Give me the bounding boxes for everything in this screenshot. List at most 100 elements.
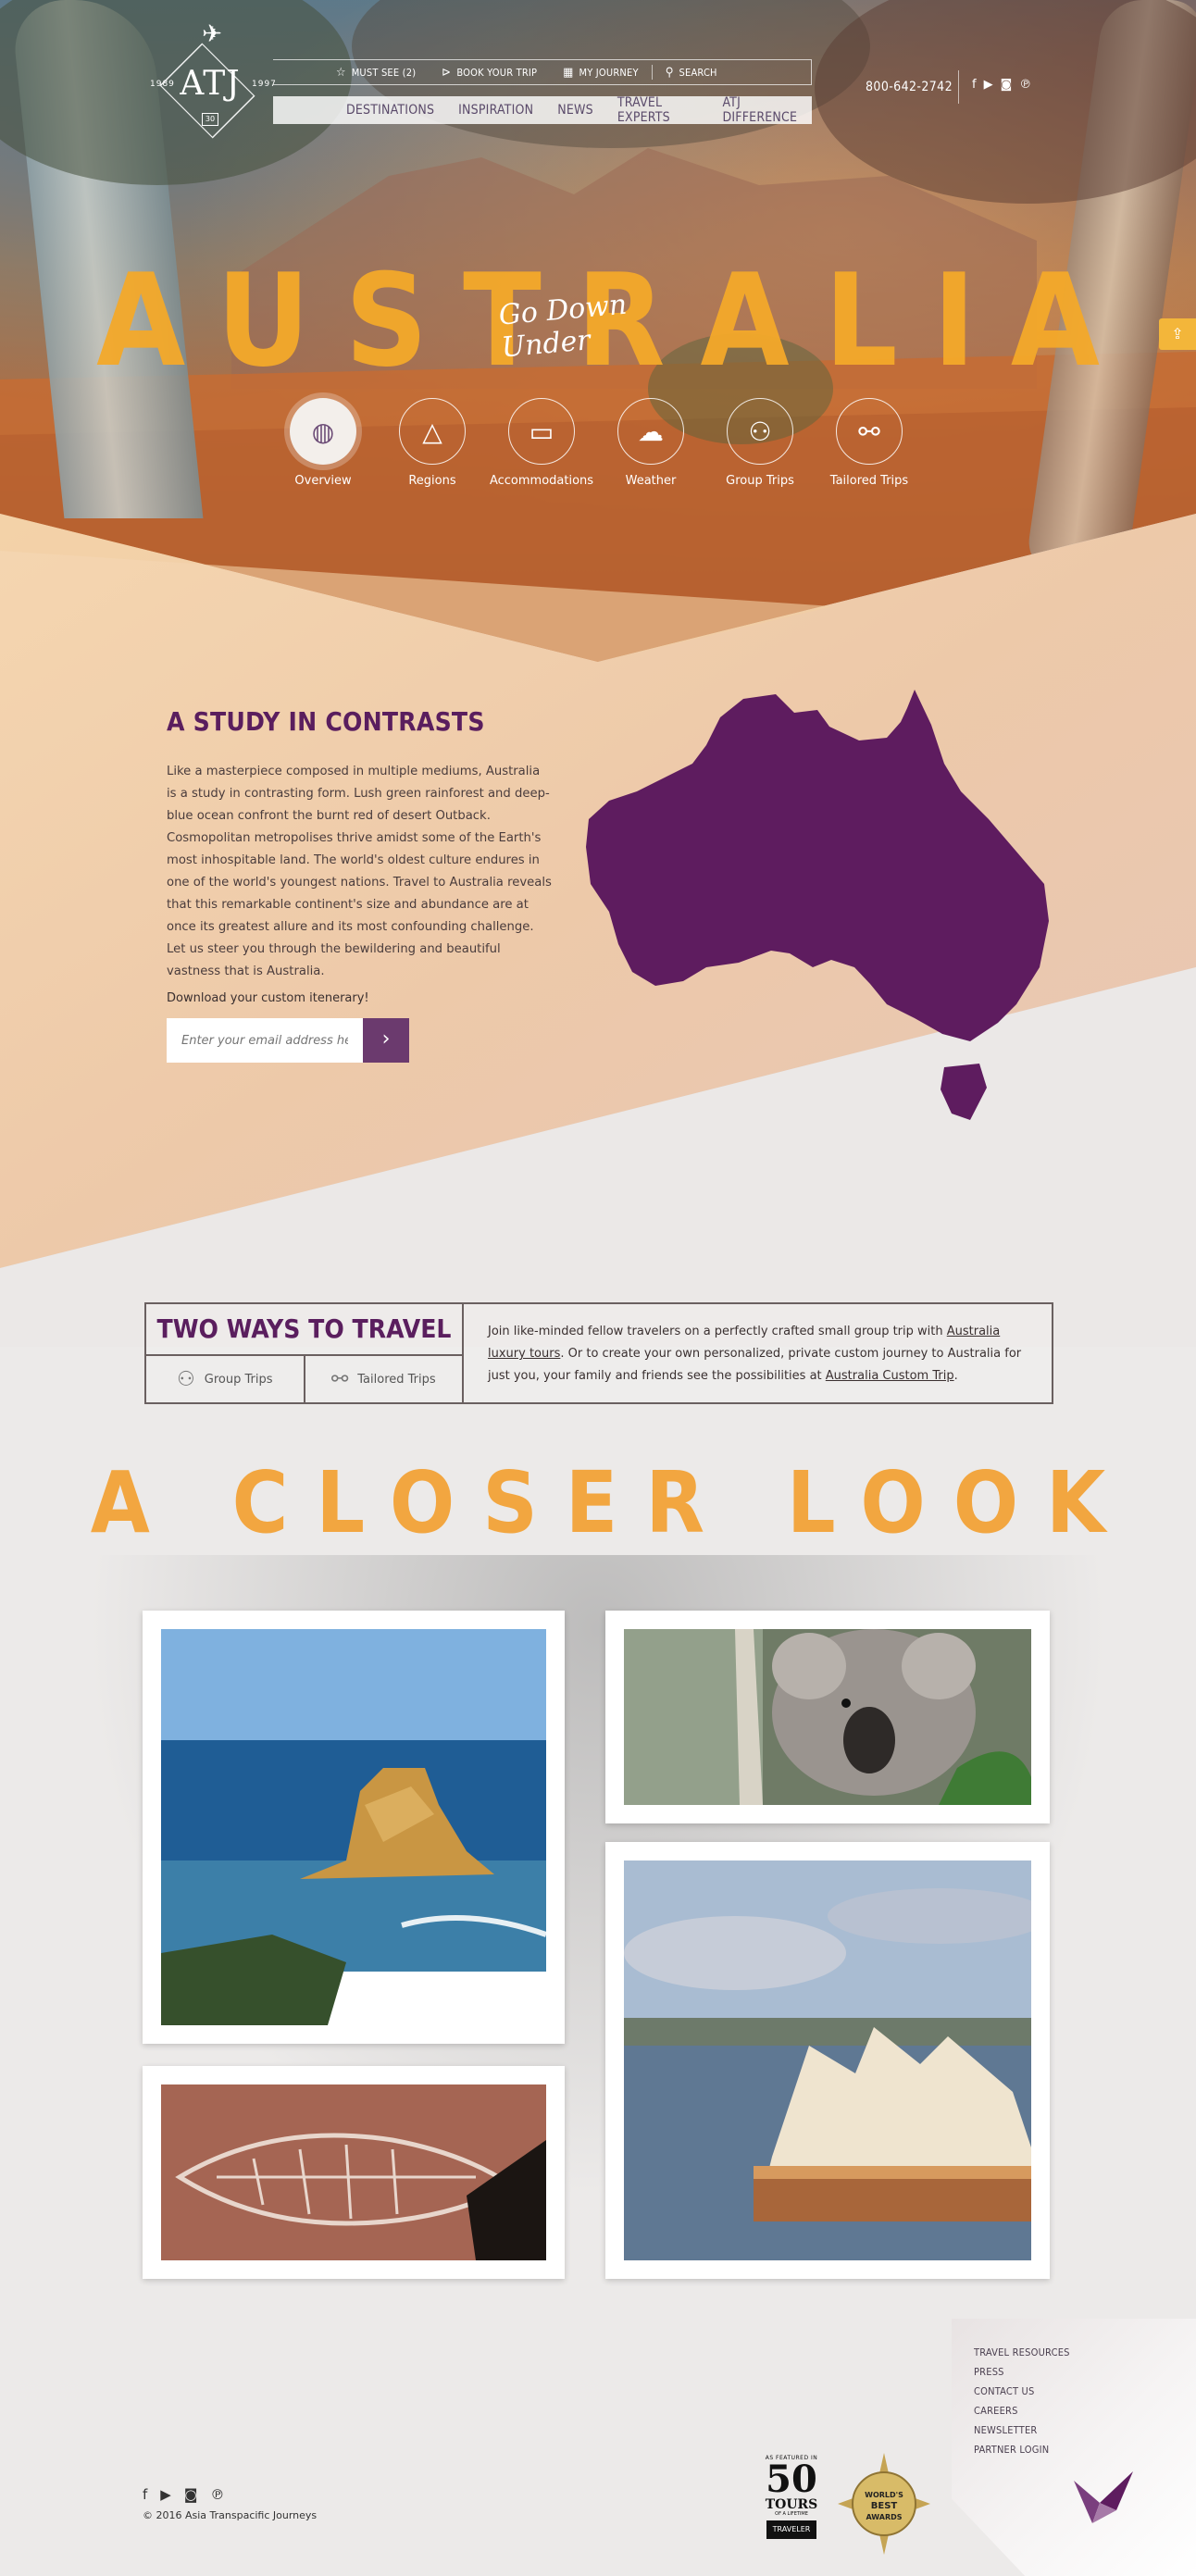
my-journey-label: MY JOURNEY — [579, 66, 639, 79]
my-journey-link[interactable]: ▦ MY JOURNEY — [550, 60, 652, 84]
crane-icon: ✈ — [202, 20, 222, 48]
tab-tailored-trips[interactable]: ⚯ Tailored Trips — [830, 398, 908, 488]
footer-link-press[interactable]: PRESS — [974, 2362, 1070, 2382]
logo-badge: 30 — [202, 113, 218, 126]
must-see-label: MUST SEE (2) — [351, 66, 417, 79]
map-icon: ▦ — [563, 65, 574, 80]
koala-photo — [624, 1629, 1031, 1805]
tab-accommodations[interactable]: ▭ Accommodations — [490, 398, 593, 488]
pinterest-icon[interactable]: ℗ — [210, 2486, 224, 2503]
tab-regions-label: Regions — [408, 474, 456, 488]
atj-logo[interactable]: ✈ ATJ 1989 1997 30 — [144, 20, 276, 139]
must-see-link[interactable]: ☆ MUST SEE (2) — [273, 60, 429, 84]
utility-bar: ☆ MUST SEE (2) ⊳ BOOK YOUR TRIP ▦ MY JOU… — [273, 59, 812, 85]
tab-tailored-trips-label: Tailored Trips — [829, 474, 909, 488]
phone-number[interactable]: 800-642-2742 — [866, 80, 953, 94]
group-trips-option[interactable]: ⚇ Group Trips — [146, 1356, 304, 1402]
logo-year-left: 1989 — [150, 80, 175, 89]
book-trip-link[interactable]: ⊳ BOOK YOUR TRIP — [429, 60, 550, 84]
footer-link-travel-resources[interactable]: TRAVEL RESOURCES — [974, 2343, 1070, 2362]
tab-regions[interactable]: △ Regions — [399, 398, 466, 488]
tab-accommodations-label: Accommodations — [489, 474, 594, 488]
tab-overview-label: Overview — [294, 474, 352, 488]
opera-image — [624, 1860, 1031, 2260]
copyright: © 2016 Asia Transpacific Journeys — [143, 2509, 318, 2521]
badge-brand: TRAVELER — [766, 2520, 816, 2539]
bed-icon: ▭ — [508, 398, 575, 465]
photo-card-coast[interactable] — [143, 1611, 565, 2044]
nav-destinations[interactable]: DESTINATIONS — [334, 103, 446, 118]
tab-weather-label: Weather — [625, 474, 677, 488]
two-ways-box: TWO WAYS TO TRAVEL ⚇ Group Trips ⚯ Tailo… — [144, 1302, 1053, 1404]
sydney-opera-house-photo — [624, 1860, 1031, 2260]
download-label: Download your custom itenerary! — [167, 991, 369, 1005]
star-icon: ☆ — [336, 65, 346, 80]
facebook-icon[interactable]: f — [143, 2486, 147, 2503]
nav-news[interactable]: NEWS — [545, 103, 605, 118]
nav-inspiration[interactable]: INSPIRATION — [446, 103, 545, 118]
instagram-icon[interactable]: ◙ — [184, 2486, 198, 2503]
rock-art-image — [161, 2084, 546, 2260]
australia-map — [586, 690, 1049, 1120]
custom-trip-link[interactable]: Australia Custom Trip — [826, 1369, 954, 1383]
footer-link-newsletter[interactable]: NEWSLETTER — [974, 2420, 1070, 2440]
tab-group-trips-label: Group Trips — [726, 474, 794, 488]
photo-card-opera[interactable] — [605, 1842, 1050, 2279]
two-ways-left: TWO WAYS TO TRAVEL ⚇ Group Trips ⚯ Tailo… — [146, 1304, 464, 1402]
cloud-icon: ☁ — [617, 398, 684, 465]
photo-card-koala[interactable] — [605, 1611, 1050, 1823]
koala-image — [624, 1629, 1031, 1805]
rock-stack-coast-photo — [161, 1629, 546, 2025]
contrasts-body: Like a masterpiece composed in multiple … — [167, 765, 552, 978]
award-line-1: WORLD'S — [865, 2491, 903, 2499]
main-nav: DESTINATIONS INSPIRATION NEWS TRAVEL EXP… — [273, 95, 812, 125]
fifty-tours-badge: AS FEATURED IN 50 TOURS OF A LIFETIME TR… — [763, 2455, 820, 2551]
tab-weather[interactable]: ☁ Weather — [617, 398, 684, 488]
footer-links-list: TRAVEL RESOURCES PRESS CONTACT US CAREER… — [974, 2343, 1070, 2459]
header-social-links: f ▶ ◙ ℗ — [972, 78, 1031, 92]
search-label: SEARCH — [679, 66, 717, 79]
search-link[interactable]: ⚲ SEARCH — [653, 60, 730, 84]
aboriginal-rock-art-photo — [161, 2084, 546, 2260]
tab-group-trips[interactable]: ⚇ Group Trips — [726, 398, 794, 488]
award-line-2: BEST — [871, 2501, 898, 2511]
footer-link-partner-login[interactable]: PARTNER LOGIN — [974, 2440, 1070, 2459]
nav-atj-difference[interactable]: ATJ DIFFERENCE — [710, 95, 812, 125]
crane-logo-icon — [1074, 2471, 1133, 2523]
photo-card-rock-art[interactable] — [143, 2066, 565, 2279]
badge-word: TOURS — [765, 2497, 818, 2512]
section-tabs: ◍ Overview △ Regions ▭ Accommodations ☁ … — [290, 398, 908, 488]
contrasts-heading: A STUDY IN CONTRASTS — [167, 706, 485, 737]
facebook-icon[interactable]: f — [972, 78, 977, 92]
group-icon: ⚇ — [177, 1367, 195, 1391]
email-submit-button[interactable]: › — [363, 1018, 409, 1063]
coast-image — [161, 1629, 546, 2025]
two-ways-text: Join like-minded fellow travelers on a p… — [464, 1304, 1052, 1402]
two-ways-options: ⚇ Group Trips ⚯ Tailored Trips — [146, 1356, 462, 1402]
youtube-icon[interactable]: ▶ — [160, 2486, 171, 2503]
youtube-icon[interactable]: ▶ — [984, 78, 993, 92]
two-ways-title: TWO WAYS TO TRAVEL — [146, 1304, 462, 1356]
tailored-trips-option[interactable]: ⚯ Tailored Trips — [303, 1356, 463, 1402]
worlds-best-award-badge: WORLD'S BEST AWARDS — [838, 2453, 930, 2555]
award-line-3: AWARDS — [866, 2513, 902, 2521]
footer-link-contact-us[interactable]: CONTACT US — [974, 2382, 1070, 2401]
tab-overview[interactable]: ◍ Overview — [290, 398, 356, 488]
book-trip-label: BOOK YOUR TRIP — [456, 66, 538, 79]
search-icon: ⚲ — [665, 65, 674, 80]
footer-social-links: f ▶ ◙ ℗ — [143, 2486, 224, 2503]
pinterest-icon[interactable]: ℗ — [1019, 78, 1031, 92]
nav-travel-experts[interactable]: TRAVEL EXPERTS — [605, 95, 711, 125]
header-divider — [958, 70, 959, 104]
globe-icon: ◍ — [290, 398, 356, 465]
email-input[interactable] — [167, 1018, 363, 1063]
two-ways-text-3: . — [953, 1369, 958, 1383]
instagram-icon[interactable]: ◙ — [1001, 78, 1013, 92]
mountain-icon: △ — [399, 398, 466, 465]
route-icon: ⚯ — [836, 398, 903, 465]
group-icon: ⚇ — [727, 398, 793, 465]
chevron-right-icon: › — [381, 1027, 391, 1051]
footer-link-careers[interactable]: CAREERS — [974, 2401, 1070, 2420]
group-trips-label: Group Trips — [204, 1372, 273, 1387]
closer-look-heading: A CLOSER LOOK — [90, 1453, 1134, 1552]
